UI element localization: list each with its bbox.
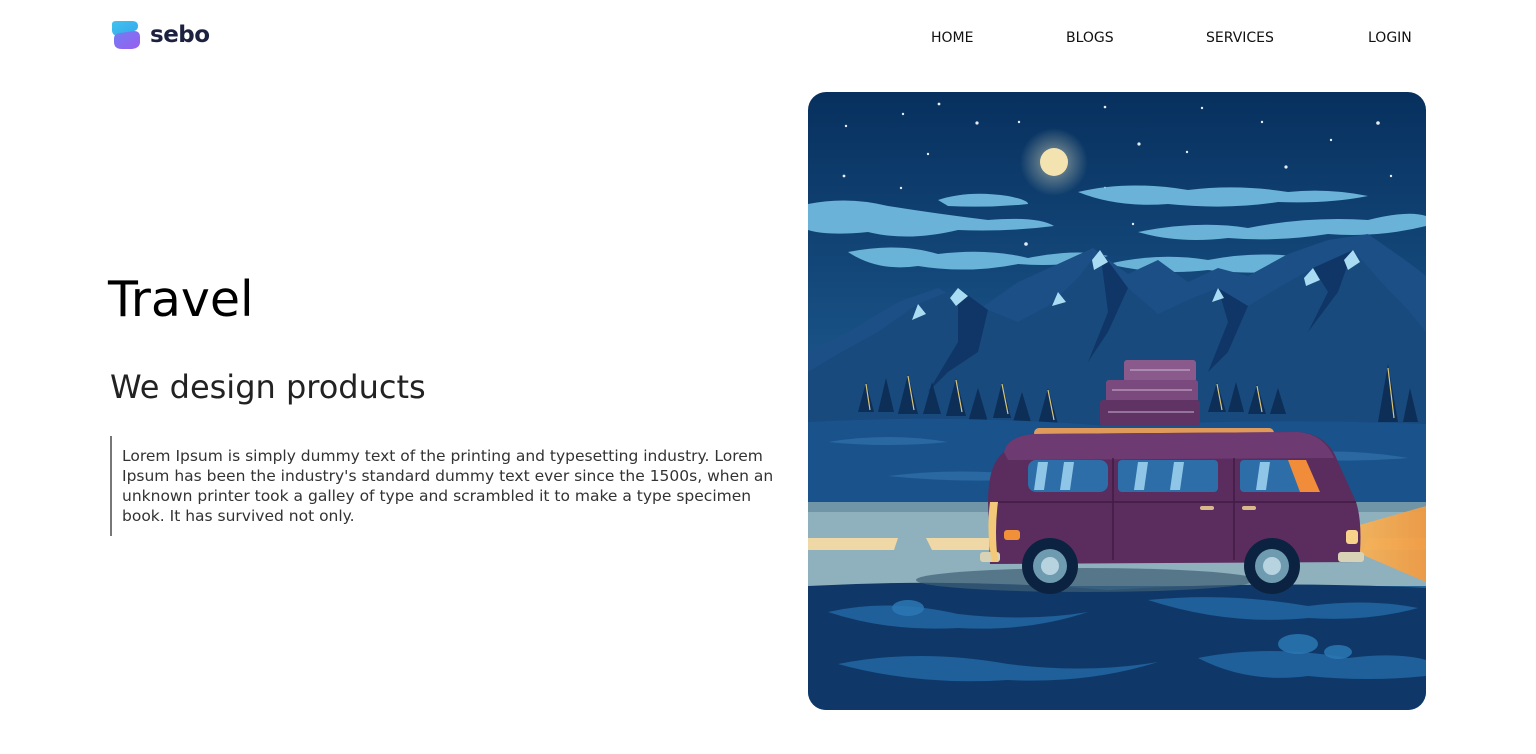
night-road-trip-van-illustration (808, 92, 1426, 710)
moon (1040, 148, 1068, 176)
nav-services-link[interactable]: SERVICES (1206, 28, 1274, 48)
hero-subtitle: We design products (110, 368, 426, 406)
nav-blogs-link[interactable]: BLOGS (1066, 28, 1114, 48)
nav-login-link[interactable]: LOGIN (1368, 28, 1412, 48)
nav-home-link[interactable]: HOME (931, 28, 973, 48)
van-shadow (916, 568, 1256, 592)
main-nav: HOME BLOGS SERVICES LOGIN (0, 28, 1536, 48)
hero-title: Travel (108, 271, 254, 328)
hero-description: Lorem Ipsum is simply dummy text of the … (110, 436, 796, 536)
hero-illustration (808, 92, 1426, 710)
landing-page: sebo HOME BLOGS SERVICES LOGIN Travel We… (0, 0, 1536, 754)
